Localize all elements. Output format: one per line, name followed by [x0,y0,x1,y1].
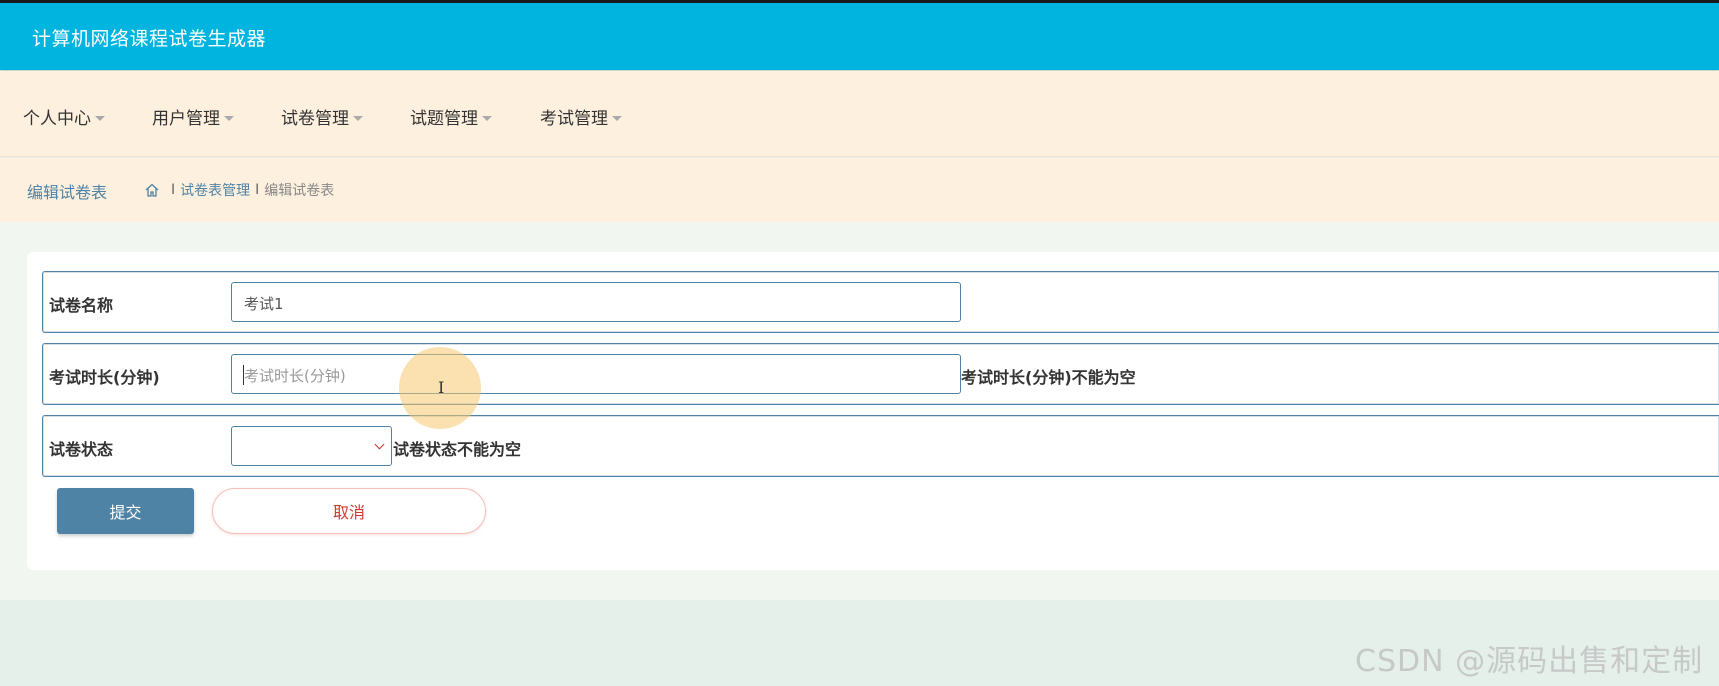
home-icon[interactable] [144,182,160,198]
caret-down-icon [612,116,622,121]
nav-item-user-management[interactable]: 用户管理 [152,104,234,129]
form-row-paper-status: 试卷状态 试卷状态不能为空 [42,415,1719,477]
caret-down-icon [95,116,105,121]
paper-status-select[interactable] [231,426,392,466]
field-label: 试卷状态 [49,440,114,459]
breadcrumb: I 试卷表管理 I 编辑试卷表 [144,180,334,200]
submit-button[interactable]: 提交 [57,488,194,534]
nav-item-exam-paper-management[interactable]: 试卷管理 [281,104,363,129]
nav-item-question-management[interactable]: 试题管理 [410,104,492,129]
watermark: CSDN @源码出售和定制 [1355,644,1704,679]
validation-error: 考试时长(分钟)不能为空 [961,368,1136,387]
caret-down-icon [224,116,234,121]
app-header: 计算机网络课程试卷生成器 [0,3,1719,70]
exam-duration-input[interactable]: 考试时长(分钟) [231,354,961,394]
text-cursor-icon: I [438,378,445,397]
breadcrumb-link[interactable]: 试卷表管理 [180,180,250,200]
paper-name-input[interactable]: 考试1 [231,282,961,322]
nav-item-personal-center[interactable]: 个人中心 [23,104,105,129]
breadcrumb-separator: I [171,182,176,198]
nav-item-exam-management[interactable]: 考试管理 [540,104,622,129]
caret-down-icon [353,116,363,121]
text-caret [243,365,244,385]
form-row-exam-duration: 考试时长(分钟) 考试时长(分钟) 考试时长(分钟)不能为空 [42,343,1719,405]
nav-item-label: 试题管理 [410,109,478,129]
nav-item-label: 用户管理 [152,109,220,129]
form-row-paper-name: 试卷名称 考试1 [42,271,1719,333]
chevron-down-icon [374,439,385,450]
validation-error: 试卷状态不能为空 [393,440,522,459]
cancel-button[interactable]: 取消 [212,488,486,534]
nav-item-label: 试卷管理 [281,109,349,129]
top-nav: 个人中心 用户管理 试卷管理 试题管理 考试管理 [0,71,1719,157]
nav-item-label: 个人中心 [23,109,91,129]
breadcrumb-separator: I [255,182,260,198]
page-title: 编辑试卷表 [27,183,108,202]
nav-item-label: 考试管理 [540,109,608,129]
app-title: 计算机网络课程试卷生成器 [32,28,267,50]
caret-down-icon [482,116,492,121]
breadcrumb-current: 编辑试卷表 [264,183,335,199]
field-label: 试卷名称 [49,296,114,315]
breadcrumb-bar: 编辑试卷表 I 试卷表管理 I 编辑试卷表 [0,158,1719,222]
field-label: 考试时长(分钟) [49,368,160,387]
